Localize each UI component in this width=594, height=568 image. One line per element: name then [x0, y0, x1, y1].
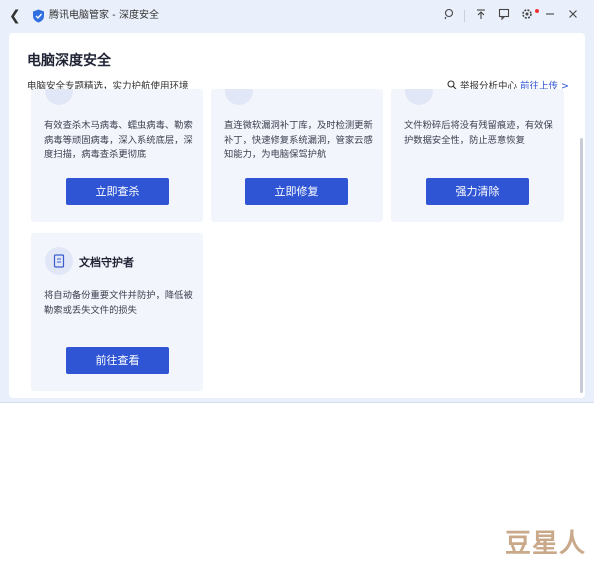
divider — [464, 10, 465, 22]
feedback-icon[interactable] — [492, 8, 515, 24]
shield-logo-icon — [33, 9, 44, 23]
window-title: 腾讯电脑管家 - 深度安全 — [49, 10, 159, 21]
scan-now-button[interactable]: 立即查杀 — [66, 178, 169, 205]
title-bar: ❮ 腾讯电脑管家 - 深度安全 — [0, 0, 594, 32]
title-bar-controls — [437, 8, 584, 24]
document-icon — [53, 254, 65, 268]
vulnerability-fix-card: 直连微软漏洞补丁库，及时检测更新补丁，快速修复系统漏洞，管家云感知能力，为电脑保… — [211, 89, 383, 222]
page-title: 电脑深度安全 — [27, 53, 111, 69]
settings-icon[interactable] — [515, 8, 539, 24]
app-window: ❮ 腾讯电脑管家 - 深度安全 电脑深度安全 电脑安全专题精选，实力护航使用环境… — [0, 0, 594, 403]
upload-icon[interactable] — [469, 8, 492, 24]
force-delete-button[interactable]: 强力清除 — [426, 178, 529, 205]
skin-icon[interactable] — [437, 8, 460, 24]
card-description: 文件粉碎后将没有残留痕迹，有效保护数据安全性，防止恶意恢复 — [404, 120, 553, 146]
virus-scan-card: 有效查杀木马病毒、蠕虫病毒、勒索病毒等顽固病毒，深入系统底层，深度扫描，病毒查杀… — [31, 89, 203, 222]
content-panel: 电脑深度安全 电脑安全专题精选，实力护航使用环境 举报分析中心 前往上传 > 有… — [9, 33, 585, 398]
card-description: 直连微软漏洞补丁库，及时检测更新补丁，快速修复系统漏洞，管家云感知能力，为电脑保… — [224, 120, 373, 160]
card-description: 有效查杀木马病毒、蠕虫病毒、勒索病毒等顽固病毒，深入系统底层，深度扫描，病毒查杀… — [44, 120, 193, 160]
fix-now-button[interactable]: 立即修复 — [245, 178, 348, 205]
watermark: 豆星人 — [504, 529, 586, 559]
go-view-button[interactable]: 前往查看 — [66, 347, 169, 374]
notification-dot — [535, 9, 539, 13]
card-icon-bg — [225, 89, 253, 105]
card-icon-bg — [405, 89, 433, 105]
card-description: 将自动备份重要文件并防护，降低被勒索或丢失文件的损失 — [44, 290, 193, 316]
card-title: 文档守护者 — [79, 256, 134, 269]
close-icon[interactable] — [561, 8, 584, 24]
scrollbar[interactable] — [580, 138, 583, 393]
file-shredder-card: 文件粉碎后将没有残留痕迹，有效保护数据安全性，防止恶意恢复 强力清除 — [391, 89, 564, 222]
back-icon[interactable]: ❮ — [9, 8, 23, 24]
minimize-icon[interactable] — [538, 8, 561, 24]
card-icon-bg — [45, 89, 73, 105]
document-guardian-card: 文档守护者 将自动备份重要文件并防护，降低被勒索或丢失文件的损失 前往查看 — [31, 233, 203, 391]
